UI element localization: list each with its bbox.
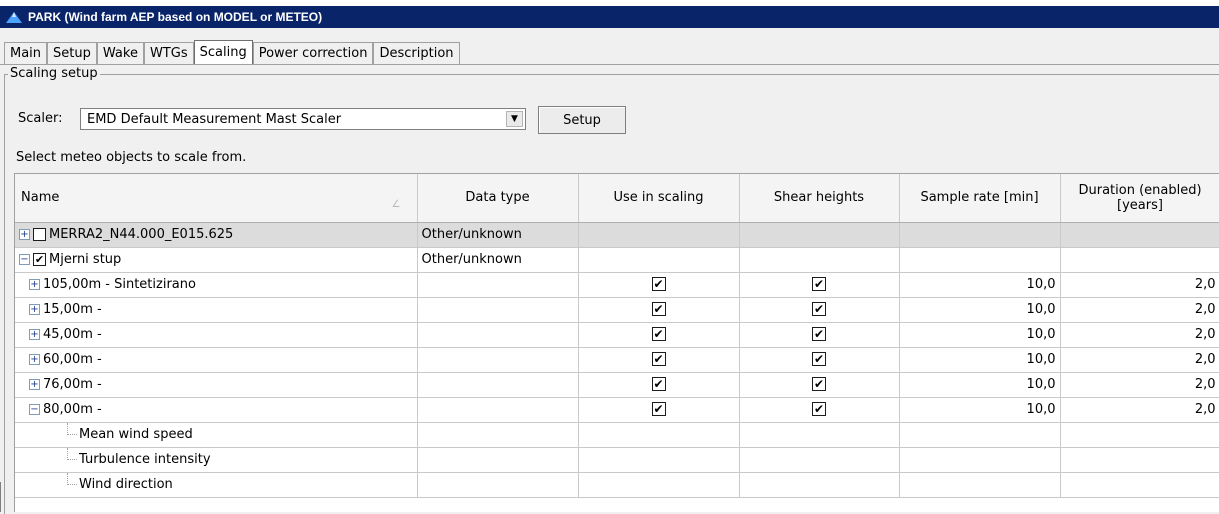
collapse-icon[interactable]: −: [19, 254, 30, 265]
use-in-scaling-checkbox[interactable]: ✔: [651, 352, 666, 366]
use-in-scaling-checkbox[interactable]: ✔: [651, 327, 666, 341]
table-row[interactable]: Wind direction: [15, 472, 1219, 498]
tab-description[interactable]: Description: [373, 42, 460, 64]
tab-label: WTGs: [149, 46, 188, 61]
park-turbine-icon: [6, 12, 22, 23]
setup-button[interactable]: Setup: [538, 106, 626, 134]
row-data-type: Other/unknown: [417, 247, 579, 273]
row-name: 45,00m -: [43, 327, 102, 342]
row-name: Mjerni stup: [49, 252, 122, 267]
column-header-data-type[interactable]: Data type: [417, 174, 579, 223]
duration-value: 2,0: [1060, 272, 1219, 298]
column-header-name[interactable]: Name ∠: [15, 174, 418, 223]
sample-rate-value: 10,0: [899, 347, 1061, 373]
tab-label: Setup: [53, 46, 91, 61]
row-name: 80,00m -: [43, 402, 102, 417]
column-header-duration[interactable]: Duration (enabled) [years]: [1060, 174, 1219, 223]
table-row[interactable]: Mean wind speed: [15, 422, 1219, 448]
tree-connector: [67, 447, 77, 460]
tab-label: Scaling: [199, 45, 247, 60]
duration-value: 2,0: [1060, 372, 1219, 398]
use-in-scaling-checkbox[interactable]: ✔: [651, 402, 666, 416]
window-left-edge: [0, 482, 2, 512]
use-in-scaling-checkbox[interactable]: ✔: [651, 377, 666, 391]
expand-icon[interactable]: +: [29, 379, 40, 390]
shear-heights-checkbox[interactable]: ✔: [812, 402, 826, 416]
row-name: Mean wind speed: [79, 427, 193, 442]
table-row[interactable]: + MERRA2_N44.000_E015.625 Other/unknown: [15, 222, 1219, 248]
row-checkbox[interactable]: ✔: [33, 253, 46, 266]
title-bar-fill: PARK (Wind farm AEP based on MODEL or ME…: [0, 6, 1219, 28]
use-in-scaling-checkbox[interactable]: ✔: [651, 302, 666, 316]
tab-wake[interactable]: Wake: [96, 42, 144, 64]
sample-rate-value: 10,0: [899, 372, 1061, 398]
tree-connector: [67, 472, 77, 485]
expand-icon[interactable]: +: [29, 354, 40, 365]
window-title: PARK (Wind farm AEP based on MODEL or ME…: [28, 10, 323, 24]
tab-strip: Main Setup Wake WTGs Scaling Power corre…: [4, 40, 460, 64]
table-row[interactable]: + 15,00m - ✔ ✔ 10,0 2,0: [15, 297, 1219, 323]
tree-connector: [67, 422, 77, 435]
shear-heights-checkbox[interactable]: ✔: [812, 277, 826, 291]
dropdown-arrow-icon[interactable]: ▼: [506, 111, 523, 127]
tab-divider: [0, 64, 1219, 65]
row-data-type: Other/unknown: [417, 222, 579, 248]
column-header-use-in-scaling[interactable]: Use in scaling: [578, 174, 740, 223]
sort-indicator-icon: ∠: [391, 199, 401, 210]
column-header-label: Name: [21, 190, 60, 206]
duration-value: 2,0: [1060, 322, 1219, 348]
shear-heights-checkbox[interactable]: ✔: [812, 377, 826, 391]
duration-value: 2,0: [1060, 397, 1219, 423]
table-row[interactable]: + 76,00m - ✔ ✔ 10,0 2,0: [15, 372, 1219, 398]
row-name: 105,00m - Sintetizirano: [43, 277, 196, 292]
table-row[interactable]: − 80,00m - ✔ ✔ 10,0 2,0: [15, 397, 1219, 423]
tab-main[interactable]: Main: [4, 42, 48, 64]
row-name: 60,00m -: [43, 352, 102, 367]
tab-label: Power correction: [258, 46, 368, 61]
table-row[interactable]: + 105,00m - Sintetizirano ✔ ✔ 10,0 2,0: [15, 272, 1219, 298]
tab-wtgs[interactable]: WTGs: [143, 42, 194, 64]
tab-power-correction[interactable]: Power correction: [252, 42, 374, 64]
column-header-shear-heights[interactable]: Shear heights: [739, 174, 900, 223]
sample-rate-value: 10,0: [899, 397, 1061, 423]
row-name: 76,00m -: [43, 377, 102, 392]
collapse-icon[interactable]: −: [29, 404, 40, 415]
sample-rate-value: 10,0: [899, 322, 1061, 348]
table-row[interactable]: + 45,00m - ✔ ✔ 10,0 2,0: [15, 322, 1219, 348]
use-in-scaling-checkbox[interactable]: ✔: [651, 277, 666, 291]
expand-icon[interactable]: +: [29, 279, 40, 290]
expand-icon[interactable]: +: [29, 329, 40, 340]
select-hint: Select meteo objects to scale from.: [16, 150, 247, 165]
shear-heights-checkbox[interactable]: ✔: [812, 352, 826, 366]
duration-value: 2,0: [1060, 297, 1219, 323]
row-checkbox[interactable]: [33, 228, 46, 241]
row-name: MERRA2_N44.000_E015.625: [49, 227, 234, 242]
expand-icon[interactable]: +: [19, 229, 30, 240]
title-bar: PARK (Wind farm AEP based on MODEL or ME…: [0, 0, 1219, 28]
table-row[interactable]: + 60,00m - ✔ ✔ 10,0 2,0: [15, 347, 1219, 373]
tab-label: Wake: [102, 46, 138, 61]
duration-value: 2,0: [1060, 347, 1219, 373]
row-name: Turbulence intensity: [79, 452, 211, 467]
expand-icon[interactable]: +: [29, 304, 40, 315]
tab-label: Main: [10, 46, 42, 61]
meteo-objects-table: Name ∠ Data type Use in scaling Shear he…: [15, 174, 1219, 498]
tab-setup[interactable]: Setup: [47, 42, 97, 64]
row-name: Wind direction: [79, 477, 173, 492]
tab-label: Description: [379, 46, 454, 61]
row-name: 15,00m -: [43, 302, 102, 317]
shear-heights-checkbox[interactable]: ✔: [812, 327, 826, 341]
sample-rate-value: 10,0: [899, 297, 1061, 323]
table-row[interactable]: Turbulence intensity: [15, 447, 1219, 473]
column-header-sample-rate[interactable]: Sample rate [min]: [899, 174, 1061, 223]
scaler-selected-value: EMD Default Measurement Mast Scaler: [87, 111, 342, 127]
table-row[interactable]: − ✔ Mjerni stup Other/unknown: [15, 247, 1219, 273]
scaler-select[interactable]: EMD Default Measurement Mast Scaler ▼: [80, 108, 526, 130]
shear-heights-checkbox[interactable]: ✔: [812, 302, 826, 316]
meteo-objects-grid: Name ∠ Data type Use in scaling Shear he…: [14, 173, 1219, 512]
scaler-label: Scaler:: [18, 111, 63, 126]
group-title: Scaling setup: [8, 66, 100, 81]
sample-rate-value: 10,0: [899, 272, 1061, 298]
tab-scaling[interactable]: Scaling: [193, 40, 253, 64]
